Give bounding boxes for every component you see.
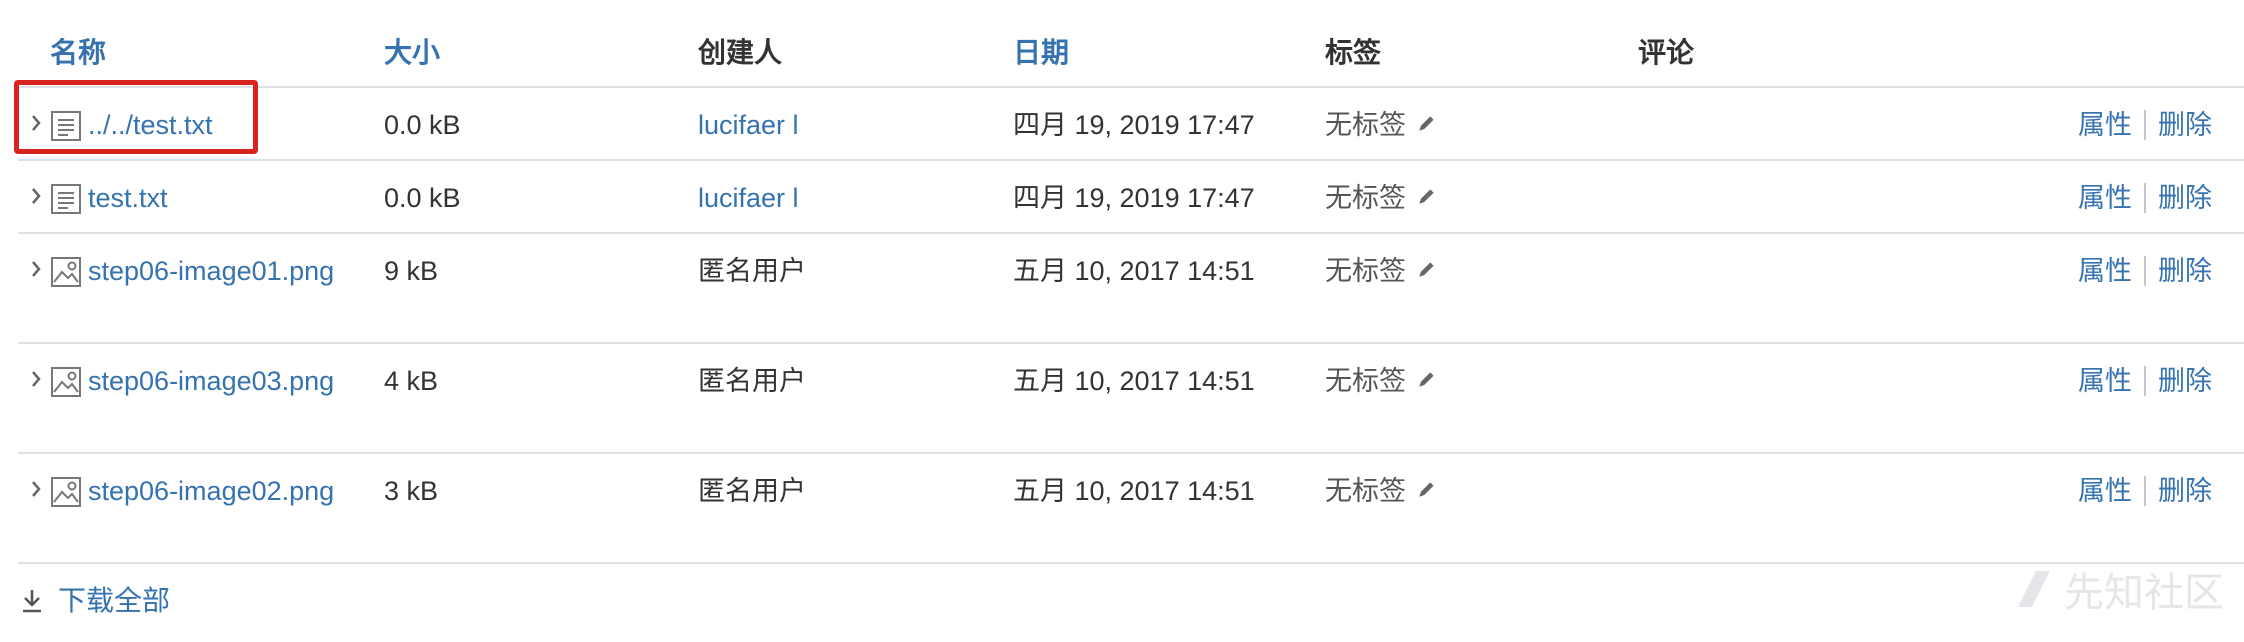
file-size: 9 kB bbox=[384, 256, 439, 286]
file-size: 3 kB bbox=[384, 476, 439, 506]
attachments-table: 名称 大小 创建人 日期 标签 评论 ../../test.txt 0.0 kB l… bbox=[18, 0, 2244, 564]
column-size[interactable]: 大小 bbox=[384, 35, 440, 71]
table-row: ../../test.txt 0.0 kB lucifaer l 四月 19, 201… bbox=[18, 88, 2244, 161]
column-creator: 创建人 bbox=[698, 37, 783, 68]
text-file-icon bbox=[50, 183, 82, 215]
column-comments: 评论 bbox=[1638, 37, 1695, 68]
file-tags: 无标签 bbox=[1325, 470, 1438, 512]
properties-link[interactable]: 属性 bbox=[2078, 177, 2132, 219]
file-tags: 无标签 bbox=[1325, 177, 1438, 219]
row-actions: 属性 删除 bbox=[2078, 360, 2212, 402]
file-creator[interactable]: lucifaer l bbox=[698, 104, 799, 146]
file-name-link[interactable]: step06-image03.png bbox=[48, 360, 363, 402]
edit-pencil-icon[interactable] bbox=[1416, 360, 1438, 402]
download-all-link[interactable]: 下载全部 bbox=[20, 583, 170, 619]
file-size: 0.0 kB bbox=[384, 110, 461, 140]
highlight-box bbox=[14, 80, 258, 154]
file-date: 五月 10, 2017 14:51 bbox=[1013, 476, 1255, 506]
action-separator bbox=[2144, 366, 2146, 396]
properties-link[interactable]: 属性 bbox=[2078, 104, 2132, 146]
edit-pencil-icon[interactable] bbox=[1416, 177, 1438, 219]
file-size: 0.0 kB bbox=[384, 183, 461, 213]
file-creator: 匿名用户 bbox=[698, 366, 806, 396]
delete-link[interactable]: 删除 bbox=[2158, 177, 2212, 219]
action-separator bbox=[2144, 256, 2146, 286]
delete-link[interactable]: 删除 bbox=[2158, 360, 2212, 402]
download-icon bbox=[23, 590, 41, 613]
file-date: 四月 19, 2019 17:47 bbox=[1013, 110, 1255, 140]
file-tags: 无标签 bbox=[1325, 250, 1438, 292]
column-name[interactable]: 名称 bbox=[50, 35, 106, 71]
edit-pencil-icon[interactable] bbox=[1416, 250, 1438, 292]
expand-chevron-icon[interactable] bbox=[26, 179, 46, 215]
file-creator: 匿名用户 bbox=[698, 256, 806, 286]
properties-link[interactable]: 属性 bbox=[2078, 470, 2132, 512]
tags-label: 无标签 bbox=[1325, 366, 1406, 396]
table-header: 名称 大小 创建人 日期 标签 评论 bbox=[18, 0, 2244, 88]
file-name-link[interactable]: step06-image02.png bbox=[48, 470, 363, 512]
file-date: 五月 10, 2017 14:51 bbox=[1013, 366, 1255, 396]
row-actions: 属性 删除 bbox=[2078, 470, 2212, 512]
column-tags: 标签 bbox=[1325, 37, 1382, 68]
row-actions: 属性 删除 bbox=[2078, 177, 2212, 219]
delete-link[interactable]: 删除 bbox=[2158, 104, 2212, 146]
delete-link[interactable]: 删除 bbox=[2158, 250, 2212, 292]
action-separator bbox=[2144, 476, 2146, 506]
delete-link[interactable]: 删除 bbox=[2158, 470, 2212, 512]
row-actions: 属性 删除 bbox=[2078, 104, 2212, 146]
table-row: step06-image03.png 4 kB 匿名用户 五月 10, 2017 14… bbox=[18, 344, 2244, 454]
expand-chevron-icon[interactable] bbox=[26, 472, 46, 508]
expand-chevron-icon[interactable] bbox=[26, 362, 46, 398]
file-creator: 匿名用户 bbox=[698, 476, 806, 506]
column-date[interactable]: 日期 bbox=[1013, 35, 1069, 71]
file-date: 四月 19, 2019 17:47 bbox=[1013, 183, 1255, 213]
file-name-link[interactable]: step06-image01.png bbox=[48, 250, 363, 292]
expand-chevron-icon[interactable] bbox=[26, 252, 46, 288]
file-name-link[interactable]: test.txt bbox=[88, 177, 358, 219]
watermark-text: 先知社区 bbox=[2064, 571, 2224, 615]
watermark: 先知社区 bbox=[2014, 560, 2224, 618]
properties-link[interactable]: 属性 bbox=[2078, 360, 2132, 402]
edit-pencil-icon[interactable] bbox=[1416, 104, 1438, 146]
tags-label: 无标签 bbox=[1325, 476, 1406, 506]
table-row: step06-image01.png 9 kB 匿名用户 五月 10, 2017 14… bbox=[18, 234, 2244, 344]
tags-label: 无标签 bbox=[1325, 110, 1406, 140]
edit-pencil-icon[interactable] bbox=[1416, 470, 1438, 512]
file-tags: 无标签 bbox=[1325, 104, 1438, 146]
tags-label: 无标签 bbox=[1325, 183, 1406, 213]
table-row: test.txt 0.0 kB lucifaer l 四月 19, 2019 17:4… bbox=[18, 161, 2244, 234]
file-creator[interactable]: lucifaer l bbox=[698, 177, 799, 219]
file-size: 4 kB bbox=[384, 366, 439, 396]
table-row: step06-image02.png 3 kB 匿名用户 五月 10, 2017 14… bbox=[18, 454, 2244, 564]
tags-label: 无标签 bbox=[1325, 256, 1406, 286]
file-date: 五月 10, 2017 14:51 bbox=[1013, 256, 1255, 286]
row-actions: 属性 删除 bbox=[2078, 250, 2212, 292]
properties-link[interactable]: 属性 bbox=[2078, 250, 2132, 292]
action-separator bbox=[2144, 183, 2146, 213]
action-separator bbox=[2144, 110, 2146, 140]
download-all-label: 下载全部 bbox=[58, 585, 171, 616]
file-tags: 无标签 bbox=[1325, 360, 1438, 402]
watermark-logo-icon bbox=[2018, 571, 2050, 607]
